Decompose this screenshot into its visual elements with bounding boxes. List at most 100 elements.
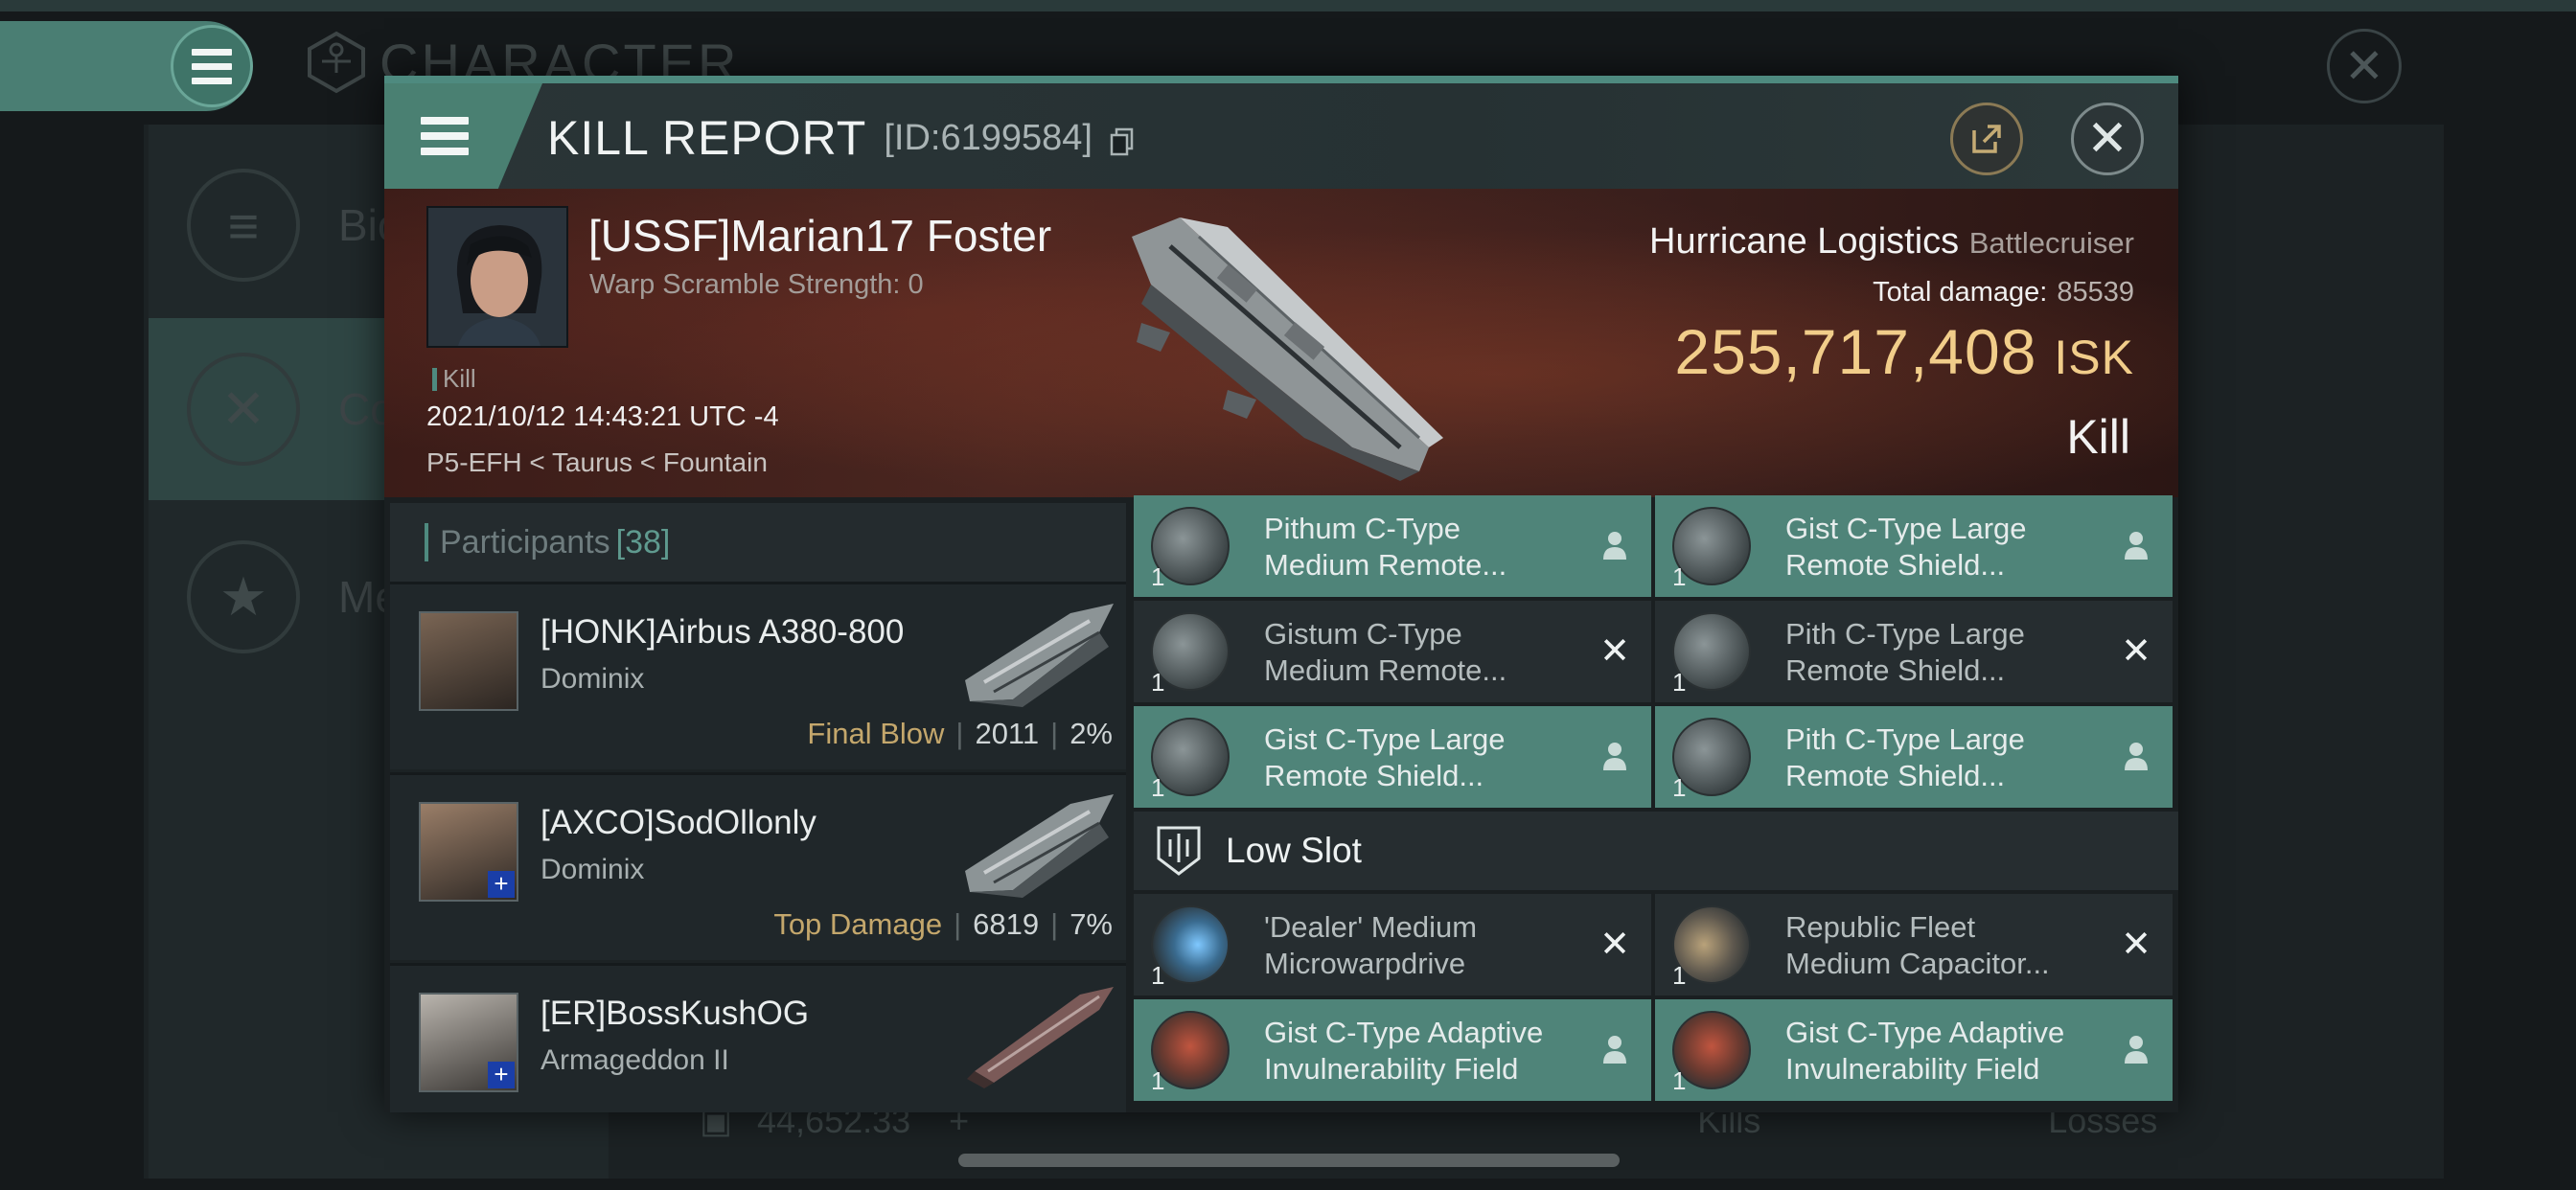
module-quantity: 1: [1151, 961, 1165, 990]
module-item[interactable]: 1 Republic Fleet Medium Capacitor... ✕: [1655, 894, 2173, 995]
module-quantity: 1: [1672, 961, 1687, 990]
module-item[interactable]: 1 Pith C-Type Large Remote Shield... ✕: [1655, 601, 2173, 702]
dialog-title-text: KILL REPORT: [547, 111, 867, 165]
kill-report-dialog: KILL REPORT [ID:6199584] ✕ [USSF]Marian1…: [384, 76, 2178, 1112]
participant-name: [ER]BossKushOG: [540, 995, 810, 1032]
home-indicator[interactable]: [958, 1154, 1620, 1167]
participant-name: [AXCO]SodOllonly: [540, 804, 816, 841]
module-item[interactable]: 1 Gist C-Type Adaptive Invulnerability F…: [1134, 999, 1651, 1101]
victim-ship-name[interactable]: Hurricane Logistics Battlecruiser: [1649, 221, 2134, 263]
kill-location[interactable]: P5-EFH < Taurus < Fountain: [426, 447, 768, 478]
module-quantity: 1: [1672, 668, 1687, 697]
list-icon: ≡: [187, 169, 300, 282]
module-quantity: 1: [1151, 1066, 1165, 1095]
kill-tag: Kill: [432, 364, 476, 394]
destroyed-x-icon: ✕: [1599, 924, 1630, 965]
module-name: Pithum C-Type Medium Remote...: [1264, 512, 1507, 582]
destroyed-x-icon: ✕: [2121, 630, 2151, 672]
kill-tag-label: Kill: [443, 364, 476, 393]
module-name: Gist C-Type Large Remote Shield...: [1785, 512, 2027, 582]
participant-percent: 2%: [1070, 717, 1113, 750]
victim-avatar: [428, 208, 566, 346]
victim-summary: [USSF]Marian17 Foster Warp Scramble Stre…: [384, 189, 2178, 497]
module-quantity: 1: [1672, 773, 1687, 802]
victim-portrait[interactable]: [426, 206, 568, 348]
report-id: [ID:6199584]: [884, 117, 1092, 158]
participant-ship: Dominix: [540, 854, 645, 885]
module-item[interactable]: 1 Gist C-Type Large Remote Shield...: [1655, 495, 2173, 597]
plus-badge-icon: +: [488, 1062, 515, 1088]
low-slot-label: Low Slot: [1226, 831, 1362, 870]
participant-avatar: +: [419, 993, 518, 1092]
warp-scramble-strength: Warp Scramble Strength: 0: [589, 269, 924, 300]
isk-value: 255,717,408 ISK: [1674, 315, 2134, 388]
module-quantity: 1: [1672, 1066, 1687, 1095]
hamburger-icon: [421, 117, 469, 155]
star-badge-icon: ★: [187, 540, 300, 653]
module-item[interactable]: 1 Pith C-Type Large Remote Shield...: [1655, 706, 2173, 808]
participant-role: Top Damage: [773, 907, 943, 941]
participants-label: Participants: [440, 523, 610, 561]
module-item[interactable]: 1 Gist C-Type Adaptive Invulnerability F…: [1655, 999, 2173, 1101]
victim-ship-image[interactable]: [1113, 208, 1458, 486]
vitruvian-icon: [308, 31, 365, 94]
total-damage-value: 85539: [2057, 277, 2134, 308]
module-name: Pith C-Type Large Remote Shield...: [1785, 617, 2025, 687]
kill-datetime: 2021/10/12 14:43:21 UTC -4: [426, 401, 779, 432]
close-character-button[interactable]: ✕: [2327, 29, 2402, 103]
dropped-person-icon: [1596, 737, 1634, 775]
status-strip: [0, 0, 2576, 11]
participant-row[interactable]: + [AXCO]SodOllonly Dominix Top Damage | …: [390, 772, 1126, 960]
participants-count: [38]: [615, 523, 671, 561]
dialog-menu-button[interactable]: [384, 83, 542, 189]
participant-role: Final Blow: [807, 717, 945, 750]
participant-row[interactable]: [HONK]Airbus A380-800 Dominix Final Blow…: [390, 582, 1126, 769]
destroyed-x-icon: ✕: [1599, 630, 1630, 672]
module-item[interactable]: 1 Pithum C-Type Medium Remote...: [1134, 495, 1651, 597]
main-menu-button[interactable]: [171, 25, 253, 107]
participant-stats: Top Damage | 6819 | 7%: [773, 907, 1113, 941]
copy-icon[interactable]: [1110, 127, 1135, 156]
dialog-header: KILL REPORT [ID:6199584] ✕: [384, 76, 2178, 189]
participant-damage: 6819: [973, 907, 1040, 941]
participant-ship: Dominix: [540, 663, 645, 695]
plus-badge-icon: +: [488, 871, 515, 898]
participants-header: Participants [38]: [390, 503, 1126, 582]
close-dialog-button[interactable]: ✕: [2071, 103, 2144, 175]
ship-class: Battlecruiser: [1968, 226, 2134, 260]
dropped-person-icon: [2117, 526, 2155, 564]
participant-ship-image: [967, 987, 1114, 1088]
dropped-person-icon: [1596, 526, 1634, 564]
hamburger-icon: [192, 48, 232, 84]
low-slot-header: Low Slot: [1134, 812, 2178, 890]
victim-name[interactable]: [USSF]Marian17 Foster: [588, 210, 1051, 262]
participant-ship-image: [965, 604, 1114, 707]
module-quantity: 1: [1151, 773, 1165, 802]
module-item[interactable]: 1 'Dealer' Medium Microwarpdrive ✕: [1134, 894, 1651, 995]
close-icon: ✕: [2086, 111, 2128, 167]
crossed-swords-icon: ✕: [187, 353, 300, 466]
fitted-modules[interactable]: 1 Pithum C-Type Medium Remote... 1 Gist …: [1134, 495, 2178, 1112]
participant-row[interactable]: + [ER]BossKushOG Armageddon II: [390, 963, 1126, 1112]
module-item[interactable]: 1 Gistum C-Type Medium Remote... ✕: [1134, 601, 1651, 702]
module-name: Gist C-Type Large Remote Shield...: [1264, 722, 1506, 792]
dropped-person-icon: [2117, 1030, 2155, 1068]
module-name: Gist C-Type Adaptive Invulnerability Fie…: [1785, 1016, 2065, 1086]
total-damage-label: Total damage:: [1873, 277, 2048, 308]
module-name: 'Dealer' Medium Microwarpdrive: [1264, 910, 1478, 980]
share-button[interactable]: [1950, 103, 2023, 175]
module-name: Gist C-Type Adaptive Invulnerability Fie…: [1264, 1016, 1544, 1086]
participants-list[interactable]: Participants [38] [HONK]Airbus A380-800 …: [390, 503, 1126, 1112]
participant-ship: Armageddon II: [540, 1044, 729, 1076]
module-name: Republic Fleet Medium Capacitor...: [1785, 910, 2050, 980]
module-quantity: 1: [1151, 562, 1165, 591]
participant-percent: 7%: [1070, 907, 1113, 941]
module-quantity: 1: [1151, 668, 1165, 697]
participant-avatar: [419, 611, 518, 711]
close-icon: ✕: [2344, 39, 2384, 93]
ship-name-text: Hurricane Logistics: [1649, 221, 1960, 262]
report-result: Kill: [2066, 410, 2130, 464]
participant-stats: Final Blow | 2011 | 2%: [807, 717, 1113, 750]
module-item[interactable]: 1 Gist C-Type Large Remote Shield...: [1134, 706, 1651, 808]
module-name: Gistum C-Type Medium Remote...: [1264, 617, 1507, 687]
